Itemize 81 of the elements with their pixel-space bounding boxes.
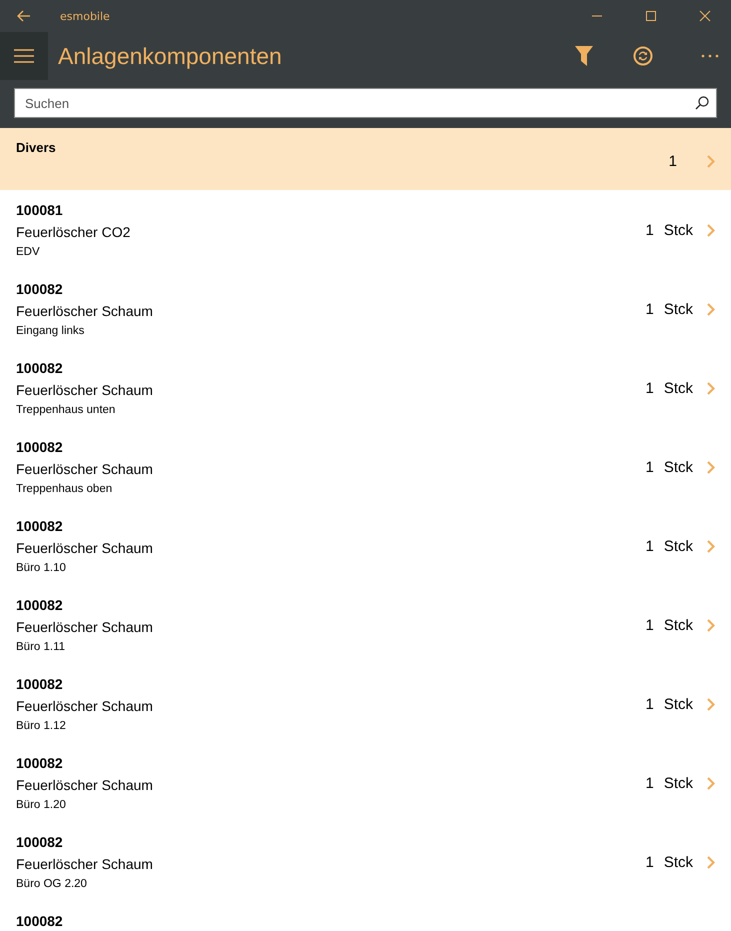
item-name: Feuerlöscher Schaum: [16, 777, 153, 793]
item-code: 100082: [16, 439, 64, 455]
item-name: Feuerlöscher Schaum: [16, 619, 153, 635]
close-icon[interactable]: [699, 10, 711, 22]
group-title: Divers: [16, 140, 56, 157]
item-location: Büro 1.12: [16, 720, 67, 732]
list-item[interactable]: 100082 Feuerlöscher Schaum Eingang links 1 Stck: [0, 269, 731, 348]
item-location: EDV: [16, 246, 41, 258]
item-unit: Stck: [664, 617, 693, 634]
item-name: Feuerlöscher Schaum: [16, 698, 153, 714]
maximize-icon[interactable]: [645, 10, 657, 22]
list-item[interactable]: 100082: [0, 901, 731, 931]
chevron-icon: [707, 856, 715, 869]
group-count: 1: [668, 152, 677, 170]
item-location: Treppenhaus unten: [16, 404, 116, 416]
item-unit: Stck: [664, 301, 693, 318]
sync-icon[interactable]: [633, 46, 653, 66]
item-quantity: 1: [645, 775, 654, 792]
item-location: Büro 1.10: [16, 562, 67, 574]
item-name: Feuerlöscher CO2: [16, 224, 130, 240]
item-quantity: 1: [645, 380, 654, 397]
list-item[interactable]: 100082 Feuerlöscher Schaum Büro OG 2.20 1 Stck: [0, 822, 731, 901]
item-unit: Stck: [664, 222, 693, 239]
item-name: Feuerlöscher Schaum: [16, 303, 153, 319]
item-code: 100082: [16, 281, 64, 297]
chevron-icon: [707, 540, 715, 553]
window-title: esmobile: [60, 10, 110, 22]
chevron-icon: [707, 382, 715, 395]
filter-icon[interactable]: [575, 46, 593, 66]
item-unit: Stck: [664, 459, 693, 476]
item-code: 100082: [16, 755, 64, 771]
item-location: Eingang links: [16, 325, 86, 337]
page-title: Anlagenkomponenten: [58, 42, 282, 70]
group-header[interactable]: Divers 1: [0, 128, 731, 190]
chevron-icon: [707, 619, 715, 632]
item-unit: Stck: [664, 775, 693, 792]
item-code: 100081: [16, 202, 64, 218]
item-location: Treppenhaus oben: [16, 483, 114, 495]
chevron-icon: [707, 777, 715, 790]
item-unit: Stck: [664, 538, 693, 555]
menu-button[interactable]: [0, 32, 48, 80]
item-unit: Stck: [664, 380, 693, 397]
item-location: Büro 1.11: [16, 641, 66, 653]
list-item[interactable]: 100082 Feuerlöscher Schaum Büro 1.10 1 Stck: [0, 506, 731, 585]
chevron-icon: [707, 154, 715, 168]
list-item[interactable]: 100081 Feuerlöscher CO2 EDV 1 Stck: [0, 190, 731, 269]
item-quantity: 1: [645, 854, 654, 871]
chevron-icon: [707, 698, 715, 711]
item-quantity: 1: [645, 696, 654, 713]
chevron-icon: [707, 224, 715, 237]
list-item[interactable]: 100082 Feuerlöscher Schaum Büro 1.12 1 Stck: [0, 664, 731, 743]
chevron-icon: [707, 303, 715, 316]
more-icon[interactable]: [701, 54, 719, 58]
item-quantity: 1: [645, 617, 654, 634]
item-name: Feuerlöscher Schaum: [16, 540, 153, 556]
item-code: 100082: [16, 834, 64, 850]
list-item[interactable]: 100082 Feuerlöscher Schaum Treppenhaus oben 1 Stck: [0, 427, 731, 506]
item-code: 100082: [16, 676, 64, 692]
item-location: Büro OG 2.20: [16, 878, 88, 890]
item-name: Feuerlöscher Schaum: [16, 461, 153, 477]
item-quantity: 1: [645, 222, 654, 239]
item-code: 100082: [16, 597, 64, 613]
menu-icon: [14, 49, 34, 63]
item-quantity: 1: [645, 459, 654, 476]
item-code: 100082: [16, 360, 64, 376]
item-name: Feuerlöscher Schaum: [16, 382, 153, 398]
item-unit: Stck: [664, 696, 693, 713]
item-code: 100082: [16, 913, 63, 929]
item-location: Büro 1.20: [16, 799, 67, 811]
search-field[interactable]: Suchen: [14, 88, 717, 118]
list-item[interactable]: 100082 Feuerlöscher Schaum Treppenhaus unten 1 Stck: [0, 348, 731, 427]
item-quantity: 1: [645, 301, 654, 318]
back-icon[interactable]: [17, 10, 31, 22]
list-item[interactable]: 100082 Feuerlöscher Schaum Büro 1.20 1 Stck: [0, 743, 731, 822]
chevron-icon: [707, 461, 715, 474]
item-code: 100082: [16, 518, 64, 534]
item-quantity: 1: [645, 538, 654, 555]
list-item[interactable]: 100082 Feuerlöscher Schaum Büro 1.11 1 Stck: [0, 585, 731, 664]
search-icon[interactable]: [695, 96, 709, 110]
item-unit: Stck: [664, 854, 693, 871]
item-name: Feuerlöscher Schaum: [16, 856, 153, 872]
